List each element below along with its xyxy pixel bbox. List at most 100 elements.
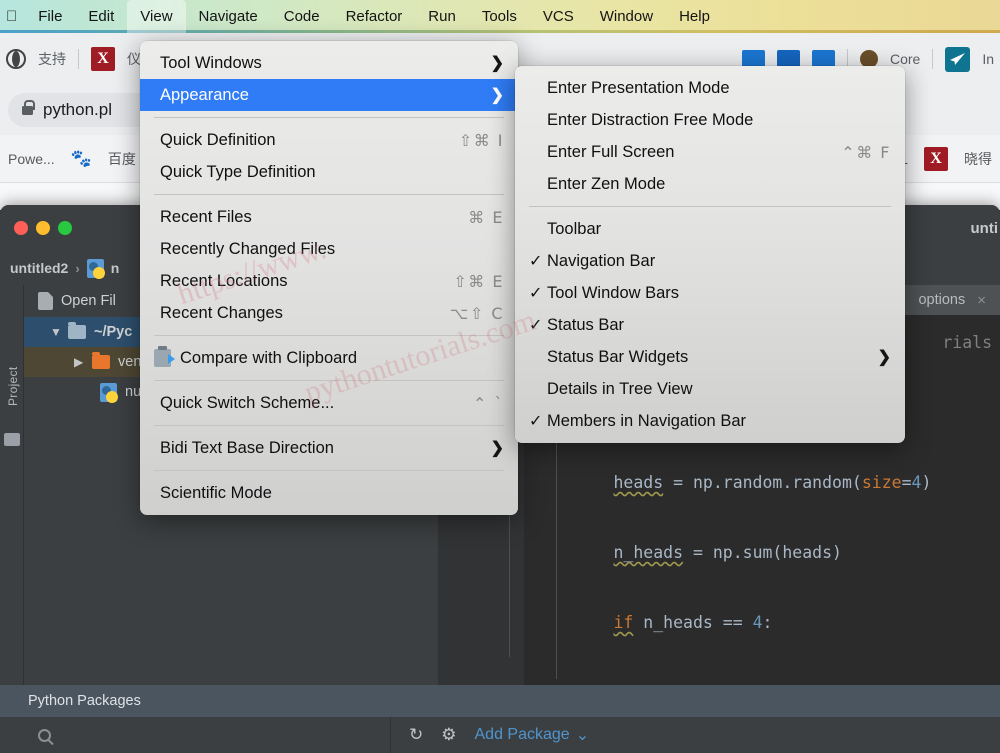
toolbar-label-in[interactable]: In [982,51,994,67]
menu-item-quick-definition[interactable]: Quick Definition ⇧⌘ I [140,124,518,156]
maximize-window-button[interactable] [58,221,72,235]
menu-item-enter-presentation-mode[interactable]: ✓ Enter Presentation Mode [515,72,905,104]
menu-item-enter-zen-mode[interactable]: ✓ Enter Zen Mode [515,168,905,200]
package-search-input[interactable] [0,728,390,742]
x-badge-icon[interactable]: X [91,47,115,71]
code-line-7: heads = np.random.random(size=4) [613,473,932,492]
menu-separator [154,117,504,118]
extension-icon-opera[interactable] [6,49,26,69]
menu-item-appearance[interactable]: Appearance ❯ [140,79,518,111]
navbar-file-name[interactable]: n [111,260,120,276]
menu-item-tool-window-bars[interactable]: ✓ Tool Window Bars [515,277,905,309]
chevron-right-icon: ❯ [490,440,504,457]
menu-separator [154,380,504,381]
search-icon [38,728,51,742]
menu-item-status-bar-widgets[interactable]: ✓ Status Bar Widgets ❯ [515,341,905,373]
toolbar-divider [78,49,79,69]
menu-item-quick-type-definition[interactable]: Quick Type Definition [140,156,518,188]
menu-separator [154,335,504,336]
bookmark-item-xiaode[interactable]: 晓得 [964,149,992,169]
menubar-item-navigate[interactable]: Navigate [186,0,271,33]
menu-item-tool-windows[interactable]: Tool Windows ❯ [140,47,518,79]
menu-item-toolbar[interactable]: ✓ Toolbar [515,213,905,245]
check-icon: ✓ [529,317,543,334]
menu-item-label: Enter Full Screen [547,142,675,161]
check-icon: ✓ [529,78,547,98]
menubar-item-window[interactable]: Window [587,0,666,33]
bookmark-item-baidu[interactable]: 百度 [108,149,136,169]
menu-item-recently-changed-files[interactable]: Recently Changed Files [140,233,518,265]
add-package-button[interactable]: Add Package [475,726,570,744]
menubar-item-run[interactable]: Run [415,0,469,33]
tool-window-bar-left: Project [0,285,24,685]
close-icon[interactable]: × [977,292,986,309]
menu-item-quick-switch-scheme[interactable]: Quick Switch Scheme... ⌃ ` [140,387,518,419]
menubar-item-view[interactable]: View [127,0,186,33]
navbar-project-name[interactable]: untitled2 [10,260,68,276]
chevron-down-icon[interactable]: ⌄ [576,725,589,745]
clipboard-compare-icon [154,346,175,367]
tool-window-button-project[interactable]: Project [6,346,20,406]
menu-item-shortcut: ⌥⇧ C [449,303,504,323]
check-icon: ✓ [529,347,547,367]
tree-node-label: ~/Pyc [94,324,133,340]
menubar-item-vcs[interactable]: VCS [530,0,587,33]
editor-tab-options[interactable]: options × [904,285,1000,315]
folder-icon[interactable] [4,433,20,446]
close-window-button[interactable] [14,221,28,235]
menu-item-recent-files[interactable]: Recent Files ⌘ E [140,201,518,233]
menubar-item-file[interactable]: File [25,0,75,33]
menu-separator [154,194,504,195]
check-icon: ✓ [529,174,547,194]
menu-item-recent-locations[interactable]: Recent Locations ⇧⌘ E [140,265,518,297]
chevron-right-icon[interactable]: ▶ [74,355,84,369]
gear-icon[interactable]: ⚙ [441,725,456,745]
python-packages-header[interactable]: Python Packages [0,685,1000,717]
minimize-window-button[interactable] [36,221,50,235]
toolbar-label-core[interactable]: Core [890,51,920,67]
chevron-right-icon: ❯ [490,55,504,72]
menubar-item-edit[interactable]: Edit [75,0,127,33]
menubar-item-refactor[interactable]: Refactor [333,0,416,33]
menu-item-label: Quick Type Definition [160,162,316,181]
toolbar-label-support[interactable]: 支持 [38,49,66,69]
chevron-down-icon[interactable]: ▼ [50,325,62,339]
menubar-item-code[interactable]: Code [271,0,333,33]
toolbar-paper-plane-icon[interactable] [945,46,971,72]
menu-item-recent-changes[interactable]: Recent Changes ⌥⇧ C [140,297,518,329]
menu-item-shortcut: ⇧⌘ E [453,271,504,291]
view-menu: Tool Windows ❯ Appearance ❯ Quick Defini… [140,41,518,515]
navbar-separator-icon: › [75,260,80,276]
menu-item-status-bar[interactable]: ✓ Status Bar [515,309,905,341]
menu-item-label: Quick Definition [160,130,276,149]
menu-item-scientific-mode[interactable]: Scientific Mode [140,477,518,509]
menubar-item-tools[interactable]: Tools [469,0,530,33]
toolbar-divider-3 [932,49,934,69]
apple-menu-icon[interactable]:  [0,8,25,25]
ide-window-title: unti [970,219,999,237]
check-icon: ✓ [529,413,543,430]
code-line-10: n_all_heads += 1 [534,677,1000,685]
check-icon: ✓ [529,110,547,130]
menubar-item-help[interactable]: Help [666,0,723,33]
menu-item-enter-distraction-free-mode[interactable]: ✓ Enter Distraction Free Mode [515,104,905,136]
menu-item-details-in-tree-view[interactable]: ✓ Details in Tree View [515,373,905,405]
menu-item-navigation-bar[interactable]: ✓ Navigation Bar [515,245,905,277]
menu-item-label: Scientific Mode [160,483,272,502]
check-icon: ✓ [529,379,547,399]
menu-item-compare-with-clipboard[interactable]: Compare with Clipboard [140,342,518,374]
refresh-icon[interactable]: ↻ [409,725,423,745]
python-packages-title: Python Packages [28,693,141,709]
python-packages-toolbar: ↻ ⚙ Add Package ⌄ [0,717,1000,753]
menu-item-bidi-text-base-direction[interactable]: Bidi Text Base Direction ❯ [140,432,518,464]
menu-item-members-in-navigation-bar[interactable]: ✓ Members in Navigation Bar [515,405,905,437]
bookmark-item-power[interactable]: Powe... [8,151,55,167]
menu-item-enter-full-screen[interactable]: ✓ Enter Full Screen ⌃⌘ F [515,136,905,168]
menu-item-shortcut: ⌃⌘ F [841,142,891,162]
menu-item-label: Members in Navigation Bar [547,411,746,430]
baidu-paw-icon[interactable]: 🐾 [71,150,92,167]
menu-item-shortcut: ⇧⌘ I [458,130,504,150]
folder-orange-icon [92,352,110,369]
bookmark-x-badge-icon[interactable]: X [924,146,948,171]
menu-item-label: Appearance [160,85,249,104]
